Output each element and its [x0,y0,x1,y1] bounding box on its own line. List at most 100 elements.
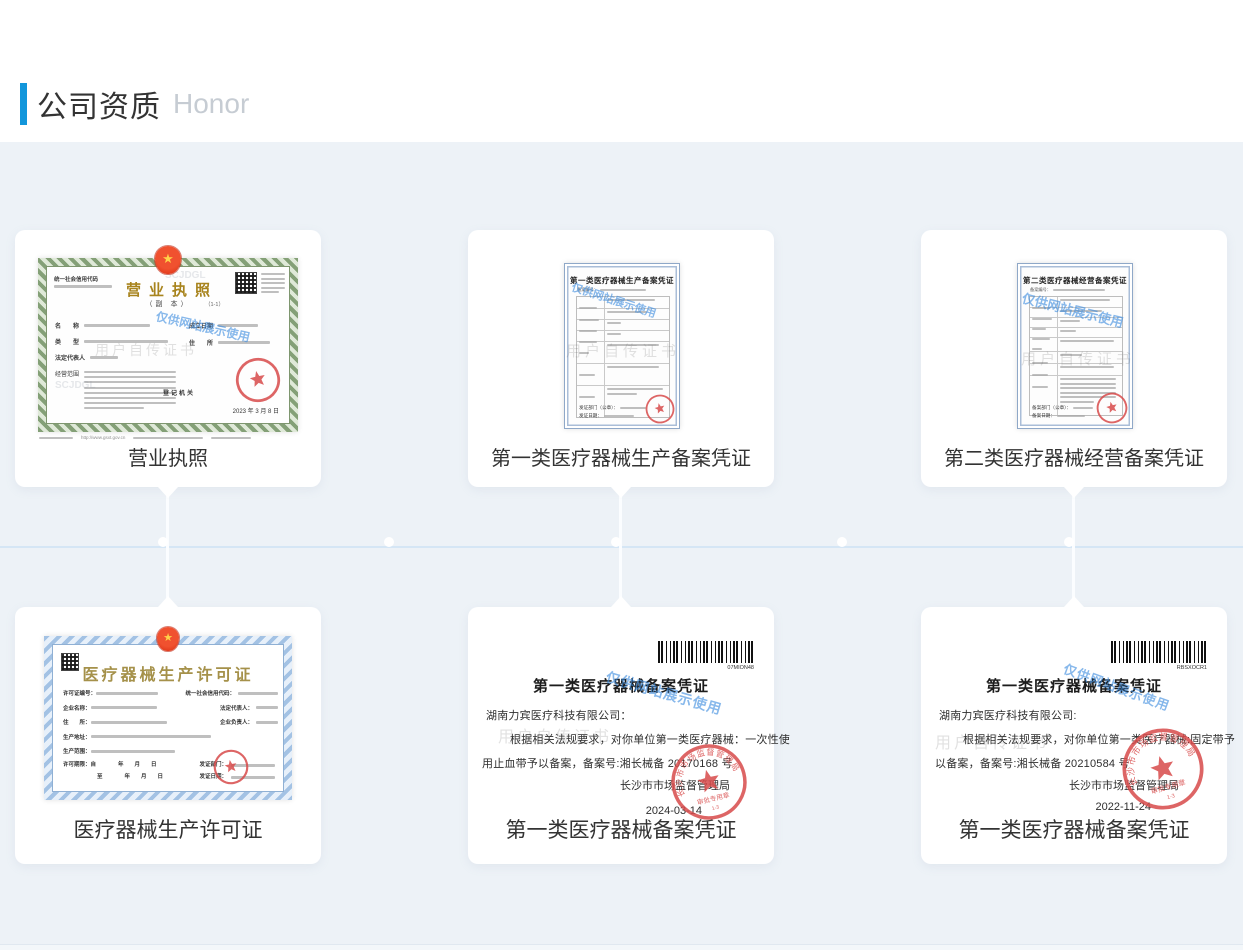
text-bar [1060,383,1116,385]
text-bar [1060,354,1082,356]
timeline-dot [1064,537,1074,547]
field-value-bar [238,692,278,695]
text-bar [261,291,279,293]
term-line1: 许可期限：自 年 月 日 [63,759,157,771]
timeline-connector [1072,487,1075,607]
text-bar [84,371,176,373]
text-bar [261,273,285,275]
class2-distribution-record-image: 第二类医疗器械经营备案凭证 备案编号： 备案部门（公章）： 备案日期： [1017,263,1133,429]
text-bar [1060,310,1102,312]
card-tail [158,487,178,498]
text-bar [607,388,663,390]
table-label-cell [577,364,605,385]
text-bar [607,333,621,335]
text-bar [579,352,589,354]
text-bar [1060,299,1110,301]
text-bar [579,307,597,309]
table-row [1030,351,1122,363]
record-number-line: 备案编号： [1030,287,1105,293]
license-paper: 统一社会信用代码 营业执照 （副 本） （1-1） 名 称 类 型 法定代表人 … [46,266,290,424]
section-header: 公司资质 Honor [20,82,249,126]
cert-bottom-lines: 发证部门（公章）： 发证日期： [579,404,646,420]
text-bar [1032,348,1042,350]
field-value-bar [96,692,158,695]
table-row [577,297,669,308]
issue-dept-label: 备案部门（公章）： [1032,404,1071,412]
card-caption: 第一类医疗器械备案凭证 [921,814,1227,844]
record-number-bar [600,289,646,291]
text-bar [1060,340,1114,342]
emblem-star: ★ [155,246,181,272]
text-bar [1060,320,1080,322]
timeline-dot [158,537,168,547]
barcode [1111,641,1207,663]
timeline-connector [166,487,169,607]
timeline-dot [384,537,394,547]
text-bar [261,282,285,284]
record-line1: 湖南力宾医疗科技有限公司: [939,707,1077,723]
cert-title: 第一类医疗器械生产备案凭证 [565,275,679,286]
class1-record-image: 07MION48 第一类医疗器械备案凭证 湖南力宾医疗科技有限公司： 根据相关法… [480,625,762,821]
record-number-bar [1053,289,1105,291]
section-title-zh: 公司资质 [37,82,161,126]
card-class1-production-record[interactable]: 第一类医疗器械生产备案凭证 备案编号： 发证部门（公章）： 发证日期： 仅供网站… [468,230,774,487]
text-bar [84,407,144,409]
card-caption: 第二类医疗器械经营备案凭证 [921,442,1227,471]
registrar-label: 登记机关 [163,388,195,397]
text-bar [579,330,597,332]
field-value-bar [218,324,258,327]
text-bar [1032,386,1048,388]
timeline-connector [619,487,622,607]
table-value-cell [605,342,669,363]
text-bar [1060,378,1116,380]
table-label-cell [577,297,605,308]
company-head-label: 企业负责人： [220,718,253,726]
text-bar [607,366,659,368]
text-bar [579,341,597,343]
table-value-cell [605,297,669,308]
card-class2-distribution-record[interactable]: 第二类医疗器械经营备案凭证 备案编号： 备案部门（公章）： 备案日期： 仅供网站… [921,230,1227,487]
card-business-license[interactable]: ★ 统一社会信用代码 营业执照 （副 本） （1-1） 名 称 类 型 法定代表… [15,230,321,487]
license-date: 2023 年 3 月 8 日 [233,406,279,415]
record-number-line: 备案编号： [577,287,646,293]
table-value-cell [1058,338,1122,351]
field-value-bar [91,735,211,738]
card-caption: 营业执照 [15,442,321,471]
red-seal [642,391,678,427]
card-class1-record-2[interactable]: RBSXOCR1 第一类医疗器械备案凭证 湖南力宾医疗科技有限公司: 根据相关法… [921,607,1227,864]
prod-scope-label: 生产范围： [63,747,91,755]
text-bar [607,322,621,324]
field-established-label: 成立日期 [189,321,213,330]
field-type-label: 类 型 [55,337,79,346]
text-bar [261,278,285,280]
prod-address-label: 生产地址： [63,733,91,741]
text-bar [607,299,655,301]
text-bar [579,374,595,376]
cert-title: 医疗器械生产许可证 [53,661,283,685]
barcode [658,641,754,663]
section-title-en: Honor [173,88,249,120]
card-production-license[interactable]: ★ 医疗器械生产许可证 许可证编号： 统一社会信用代码： 企业名称： 法定代表人… [15,607,321,864]
card-tail [611,487,631,498]
table-value-cell [1058,308,1122,317]
table-label-cell [1030,297,1058,307]
table-row [577,308,669,319]
text-bar [1060,366,1114,368]
accent-bar [20,83,27,125]
card-class1-record-1[interactable]: 07MION48 第一类医疗器械备案凭证 湖南力宾医疗科技有限公司： 根据相关法… [468,607,774,864]
text-bar [1032,318,1052,320]
class1-record-image: RBSXOCR1 第一类医疗器械备案凭证 湖南力宾医疗科技有限公司: 根据相关法… [933,625,1215,821]
table-label-cell [1030,308,1058,317]
card-caption: 第一类医疗器械备案凭证 [468,814,774,844]
table-row [577,341,669,363]
record-line1: 湖南力宾医疗科技有限公司： [486,707,632,723]
text-bar [1060,330,1076,332]
text-bar [84,397,176,399]
text-bar [211,437,251,439]
license-footnote: http://www.gsxt.gov.cn [39,435,299,440]
field-value-bar [90,356,118,359]
license-copy-no: （1-1） [205,300,224,308]
table-value-cell [1058,297,1122,307]
table-label-cell [1030,338,1058,351]
text-bar [84,402,176,404]
